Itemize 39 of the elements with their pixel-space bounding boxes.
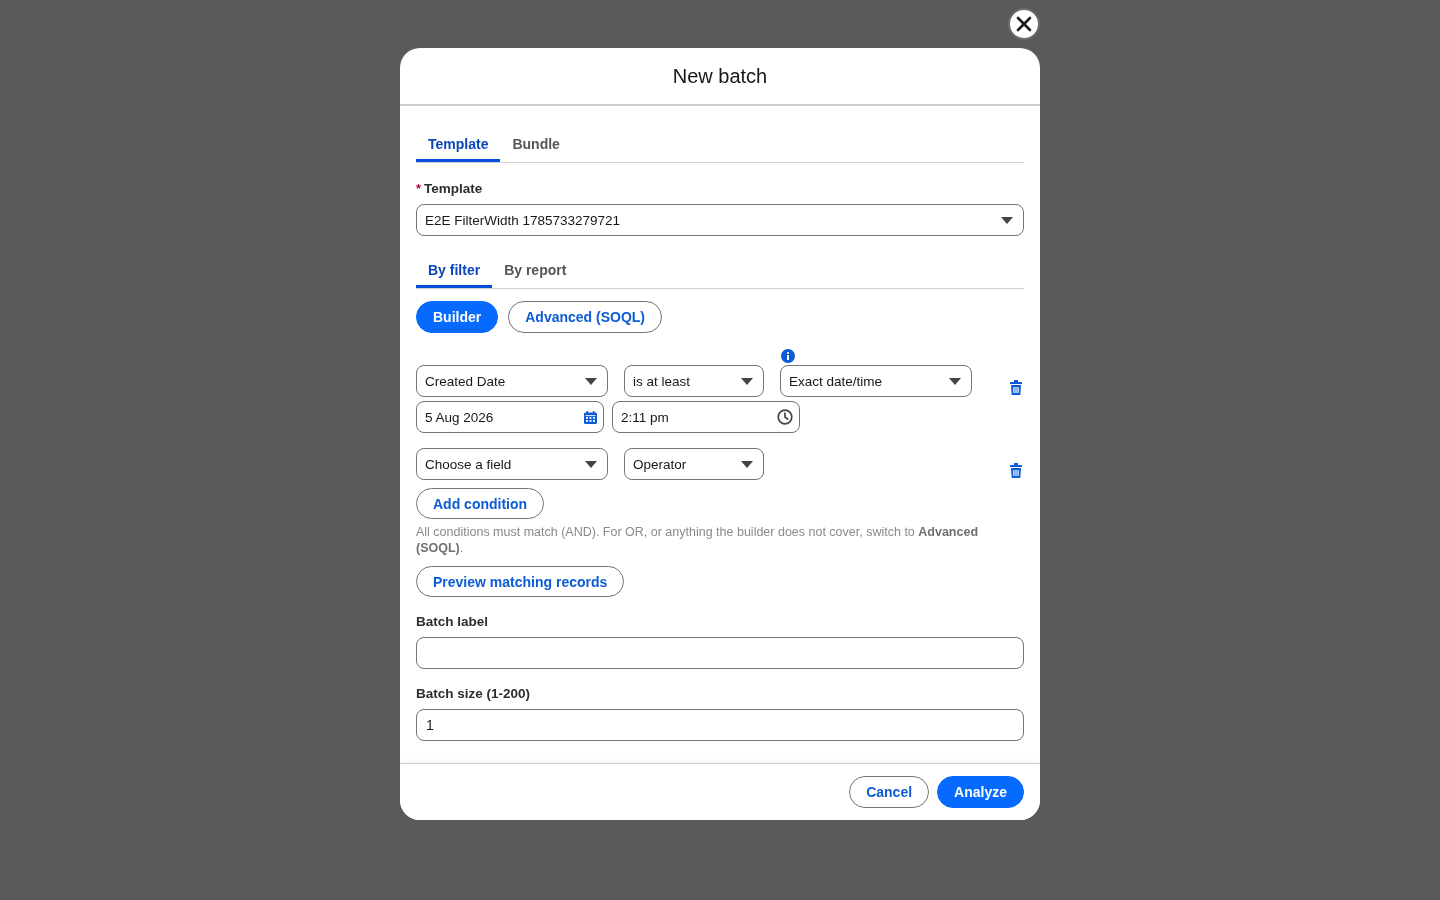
tab[interactable]: Bundle [500, 122, 572, 162]
operator-select[interactable]: Operator [624, 448, 764, 480]
field-label: Template [424, 181, 483, 197]
value-type-select[interactable]: Exact date/time [780, 365, 972, 397]
caret-icon [741, 460, 753, 468]
tab[interactable]: Template [416, 122, 501, 162]
field-select[interactable]: Choose a field [416, 448, 608, 480]
operator-select[interactable]: is at least [624, 365, 764, 397]
date-field[interactable]: 5 Aug 2026 [416, 401, 604, 433]
text-field[interactable] [416, 637, 1024, 669]
trash-icon[interactable] [1010, 380, 1022, 395]
dialog-title: New batch [672, 64, 768, 88]
close-icon [1016, 16, 1032, 32]
dialog-button[interactable]: Cancel [849, 776, 930, 808]
caret-icon [1001, 216, 1013, 224]
calendar-icon[interactable] [584, 410, 597, 424]
preview-button[interactable]: Preview matching records [416, 566, 625, 597]
template-select[interactable]: E2E FilterWidth 1785733279721 [416, 204, 1024, 236]
text-field[interactable]: 1 [416, 709, 1024, 741]
caret-icon [741, 377, 753, 385]
caret-icon [585, 460, 597, 468]
time-field[interactable]: 2:11 pm [612, 401, 800, 433]
add-condition-button[interactable]: Add condition [416, 488, 545, 519]
help-text: All conditions must match (AND). For OR, or anything the builder does not cover, switch to Advanced (SOQL). [416, 524, 980, 556]
dialog-button[interactable]: Analyze [937, 776, 1024, 808]
clock-icon[interactable] [777, 409, 793, 425]
trash-icon[interactable] [1010, 463, 1022, 478]
field-label: Batch label [416, 614, 489, 630]
mode-toggle-button[interactable]: Advanced (SOQL) [508, 301, 663, 333]
required-asterisk: * [416, 181, 422, 197]
field-label: Batch size (1-200) [416, 686, 531, 702]
info-icon[interactable] [781, 349, 795, 363]
tab[interactable]: By report [492, 248, 579, 288]
field-select[interactable]: Created Date [416, 365, 608, 397]
caret-icon [585, 377, 597, 385]
close-button[interactable] [1008, 8, 1040, 40]
caret-icon [949, 377, 961, 385]
tab[interactable]: By filter [416, 248, 493, 288]
mode-toggle-button[interactable]: Builder [416, 301, 499, 333]
